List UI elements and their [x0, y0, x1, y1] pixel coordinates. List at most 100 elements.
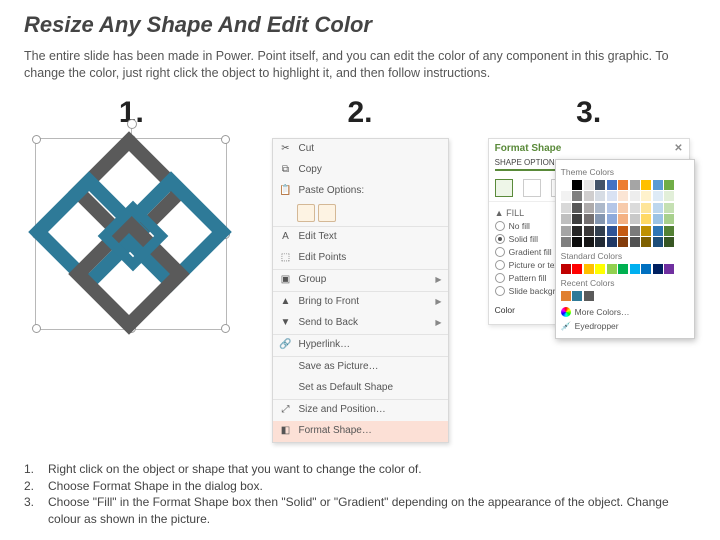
- menu-edit-points[interactable]: ⬚Edit Points: [273, 248, 448, 269]
- color-swatch[interactable]: [653, 180, 663, 190]
- color-swatch[interactable]: [572, 191, 582, 201]
- close-icon[interactable]: ✕: [674, 143, 682, 154]
- resize-handle-br[interactable]: [221, 324, 230, 333]
- color-swatch[interactable]: [595, 203, 605, 213]
- color-swatch[interactable]: [664, 180, 674, 190]
- color-swatch[interactable]: [618, 237, 628, 247]
- color-swatch[interactable]: [630, 237, 640, 247]
- menu-group[interactable]: ▣Group▶: [273, 269, 448, 291]
- more-colors-link[interactable]: More Colors…: [561, 305, 689, 319]
- color-swatch[interactable]: [561, 291, 571, 301]
- color-swatch[interactable]: [561, 264, 571, 274]
- color-swatch[interactable]: [572, 237, 582, 247]
- menu-save-picture[interactable]: Save as Picture…: [273, 356, 448, 378]
- shape-selection-box[interactable]: [35, 138, 227, 330]
- color-swatch[interactable]: [584, 180, 594, 190]
- paste-option-2[interactable]: [318, 204, 336, 222]
- color-swatch[interactable]: [561, 180, 571, 190]
- menu-copy[interactable]: ⧉Copy: [273, 160, 448, 181]
- menu-edit-text[interactable]: AEdit Text: [273, 226, 448, 248]
- color-swatch[interactable]: [607, 264, 617, 274]
- color-swatch[interactable]: [630, 214, 640, 224]
- color-swatch[interactable]: [595, 214, 605, 224]
- color-swatch[interactable]: [641, 226, 651, 236]
- color-swatch[interactable]: [595, 226, 605, 236]
- color-swatch[interactable]: [618, 214, 628, 224]
- color-swatch[interactable]: [653, 203, 663, 213]
- color-swatch[interactable]: [618, 264, 628, 274]
- resize-handle-bl[interactable]: [32, 324, 41, 333]
- color-swatch[interactable]: [641, 237, 651, 247]
- color-swatch[interactable]: [607, 180, 617, 190]
- color-swatch[interactable]: [572, 214, 582, 224]
- menu-size-position[interactable]: ⤢Size and Position…: [273, 399, 448, 421]
- color-swatch[interactable]: [630, 226, 640, 236]
- menu-set-default[interactable]: Set as Default Shape: [273, 378, 448, 399]
- color-swatch[interactable]: [584, 203, 594, 213]
- color-swatch[interactable]: [572, 180, 582, 190]
- eyedropper-link[interactable]: 💉Eyedropper: [561, 319, 689, 333]
- color-swatch[interactable]: [641, 264, 651, 274]
- color-swatch[interactable]: [664, 237, 674, 247]
- tab-shape-options[interactable]: SHAPE OPTIONS: [495, 158, 560, 171]
- effects-category-icon[interactable]: [523, 179, 541, 197]
- color-swatch[interactable]: [607, 203, 617, 213]
- menu-cut[interactable]: ✂Cut: [273, 139, 448, 160]
- color-swatch[interactable]: [607, 214, 617, 224]
- color-swatch[interactable]: [641, 191, 651, 201]
- paste-option-1[interactable]: [297, 204, 315, 222]
- color-swatch[interactable]: [595, 237, 605, 247]
- color-swatch[interactable]: [653, 226, 663, 236]
- color-swatch[interactable]: [653, 237, 663, 247]
- color-swatch[interactable]: [584, 264, 594, 274]
- color-swatch[interactable]: [584, 226, 594, 236]
- color-swatch[interactable]: [653, 214, 663, 224]
- color-swatch[interactable]: [561, 237, 571, 247]
- color-swatch[interactable]: [561, 203, 571, 213]
- color-swatch[interactable]: [572, 226, 582, 236]
- color-swatch[interactable]: [572, 203, 582, 213]
- color-swatch[interactable]: [607, 237, 617, 247]
- color-swatch[interactable]: [584, 191, 594, 201]
- color-swatch[interactable]: [595, 191, 605, 201]
- color-swatch[interactable]: [618, 180, 628, 190]
- color-swatch[interactable]: [595, 264, 605, 274]
- color-swatch[interactable]: [664, 214, 674, 224]
- resize-handle-tl[interactable]: [32, 135, 41, 144]
- color-swatch[interactable]: [561, 226, 571, 236]
- color-swatch[interactable]: [607, 226, 617, 236]
- color-swatch[interactable]: [572, 264, 582, 274]
- color-swatch[interactable]: [618, 191, 628, 201]
- color-swatch[interactable]: [561, 191, 571, 201]
- color-swatch[interactable]: [584, 291, 594, 301]
- color-swatch[interactable]: [618, 203, 628, 213]
- color-swatch[interactable]: [664, 191, 674, 201]
- color-swatch[interactable]: [641, 214, 651, 224]
- color-swatch[interactable]: [584, 214, 594, 224]
- menu-send-back[interactable]: ▼Send to Back▶: [273, 313, 448, 334]
- color-swatch[interactable]: [630, 203, 640, 213]
- menu-format-shape[interactable]: ◧Format Shape…: [273, 421, 448, 442]
- color-swatch[interactable]: [653, 191, 663, 201]
- color-swatch[interactable]: [641, 180, 651, 190]
- bring-front-icon: ▲: [279, 295, 293, 309]
- color-swatch[interactable]: [653, 264, 663, 274]
- color-swatch[interactable]: [630, 180, 640, 190]
- color-swatch[interactable]: [630, 191, 640, 201]
- menu-hyperlink[interactable]: 🔗Hyperlink…: [273, 334, 448, 356]
- color-swatch[interactable]: [664, 203, 674, 213]
- color-swatch[interactable]: [584, 237, 594, 247]
- menu-bring-front[interactable]: ▲Bring to Front▶: [273, 291, 448, 313]
- color-swatch[interactable]: [595, 180, 605, 190]
- color-swatch[interactable]: [561, 214, 571, 224]
- color-swatch[interactable]: [641, 203, 651, 213]
- fill-line-category-icon[interactable]: [495, 179, 513, 197]
- color-swatch[interactable]: [618, 226, 628, 236]
- color-swatch[interactable]: [630, 264, 640, 274]
- resize-handle-tr[interactable]: [221, 135, 230, 144]
- color-swatch[interactable]: [607, 191, 617, 201]
- fill-solid-label: Solid fill: [509, 234, 538, 244]
- color-swatch[interactable]: [664, 226, 674, 236]
- color-swatch[interactable]: [572, 291, 582, 301]
- color-swatch[interactable]: [664, 264, 674, 274]
